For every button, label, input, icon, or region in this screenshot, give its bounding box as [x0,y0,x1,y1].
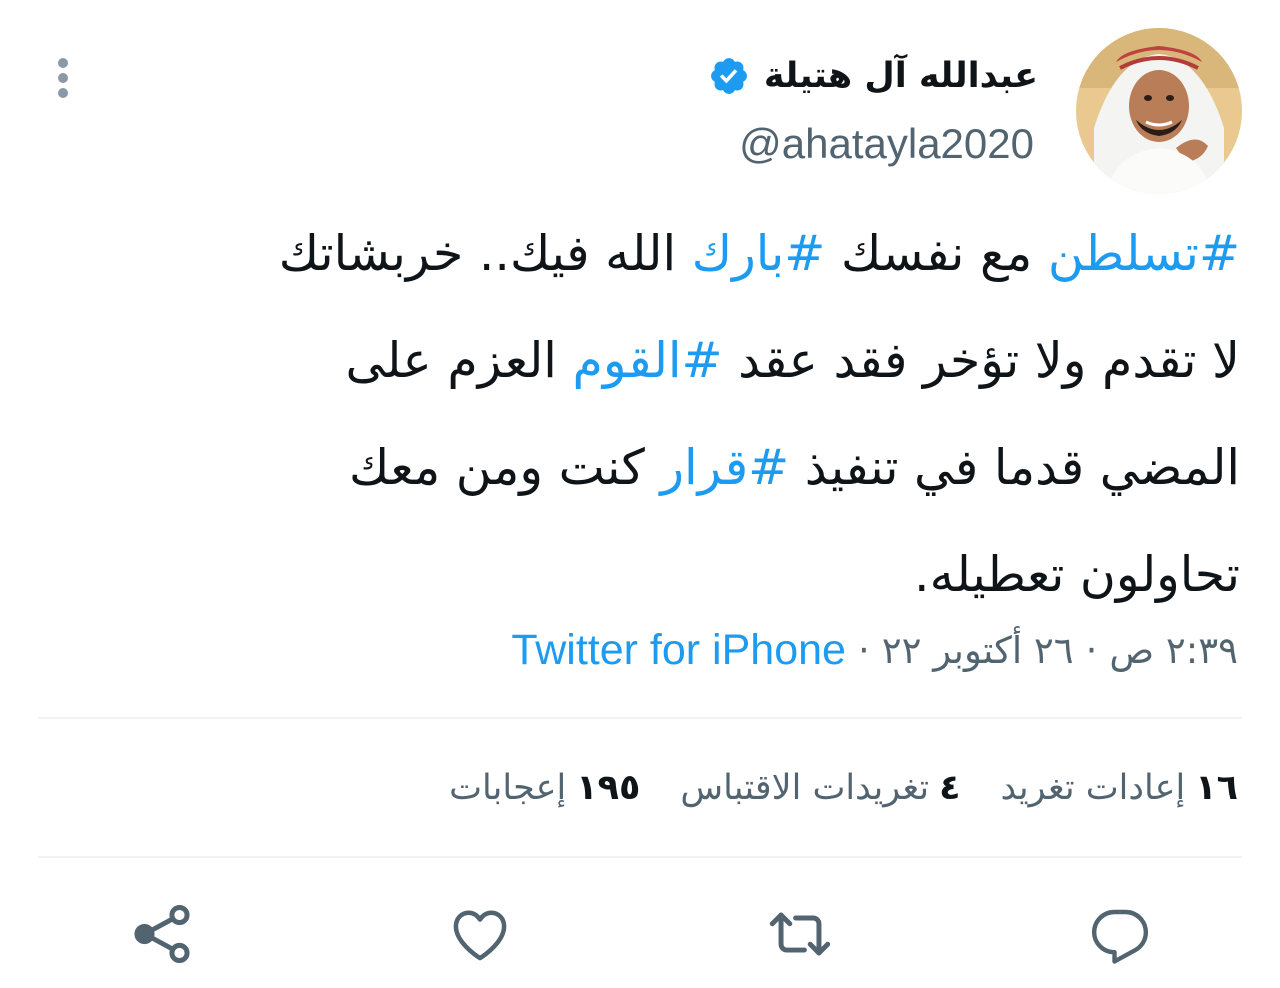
tweet-line: المضي قدما في تنفيذ #قرار كنت ومن معك [80,414,1240,521]
likes-label: إعجابات [449,768,567,808]
like-button[interactable] [440,894,520,974]
retweets-count: ١٦ [1195,768,1238,808]
more-dot [58,58,68,68]
more-dot [58,88,68,98]
hashtag-link[interactable]: #بارك [692,225,826,282]
share-icon [134,904,190,964]
quotes-label: تغريدات الاقتباس [680,768,930,808]
tweet-date[interactable]: ٢٦ أكتوبر ٢٢ [882,629,1074,672]
reply-button[interactable] [1080,894,1160,974]
tweet-text-segment: المضي قدما في تنفيذ [789,439,1240,496]
likes-count: ١٩٥ [576,768,641,808]
more-options-button[interactable] [48,52,78,104]
retweets-stat[interactable]: ١٦ إعادات تغريد [1001,768,1238,808]
tweet-meta: ٢:٣٩ ص · ٢٦ أكتوبر ٢٢ · Twitter for iPho… [511,620,1238,680]
tweet-line: لا تقدم ولا تؤخر فقد عقد #القوم العزم عل… [80,307,1240,414]
tweet-text-segment: العزم على [345,332,573,389]
avatar-image [1076,28,1242,194]
verified-badge-icon [710,58,747,94]
tweet-source-link[interactable]: Twitter for iPhone [511,626,846,675]
tweet-line: تحاولون تعطيله. [80,521,1240,628]
avatar[interactable] [1076,28,1242,194]
hashtag-link[interactable]: #القوم [573,332,723,389]
retweet-button[interactable] [760,894,840,974]
hashtag-link[interactable]: #تسلطن [1048,225,1240,282]
hashtag-link[interactable]: #قرار [660,439,789,496]
quotes-stat[interactable]: ٤ تغريدات الاقتباس [680,768,960,808]
retweet-icon [769,912,831,956]
like-icon [453,910,507,961]
user-handle[interactable]: @ahatayla2020 [739,120,1034,168]
retweets-label: إعادات تغريد [1000,768,1186,808]
meta-separator: · [1085,628,1098,672]
tweet-text: #تسلطن مع نفسك #بارك الله فيك.. خربشاتك … [80,200,1240,628]
display-name-row[interactable]: عبدالله آل هتيلة [708,48,1038,104]
more-dot [58,73,68,83]
quotes-count: ٤ [939,768,961,808]
tweet-time[interactable]: ٢:٣٩ ص [1109,629,1238,672]
share-button[interactable] [122,894,202,974]
tweet-stats: ١٦ إعادات تغريد ٤ تغريدات الاقتباس ١٩٥ إ… [449,758,1238,818]
display-name[interactable]: عبدالله آل هتيلة [764,56,1038,96]
tweet-text-segment: كنت ومن معك [349,439,661,496]
reply-icon [1091,909,1149,964]
divider [38,856,1242,858]
tweet-text-segment: الله فيك.. خربشاتك [278,225,692,282]
divider [38,717,1242,719]
tweet-line: #تسلطن مع نفسك #بارك الله فيك.. خربشاتك [80,200,1240,307]
tweet-text-segment: لا تقدم ولا تؤخر فقد عقد [722,332,1240,389]
meta-separator: · [857,628,870,672]
tweet-text-segment: مع نفسك [825,225,1048,282]
likes-stat[interactable]: ١٩٥ إعجابات [449,768,640,808]
tweet-text-segment: تحاولون تعطيله. [914,546,1240,603]
